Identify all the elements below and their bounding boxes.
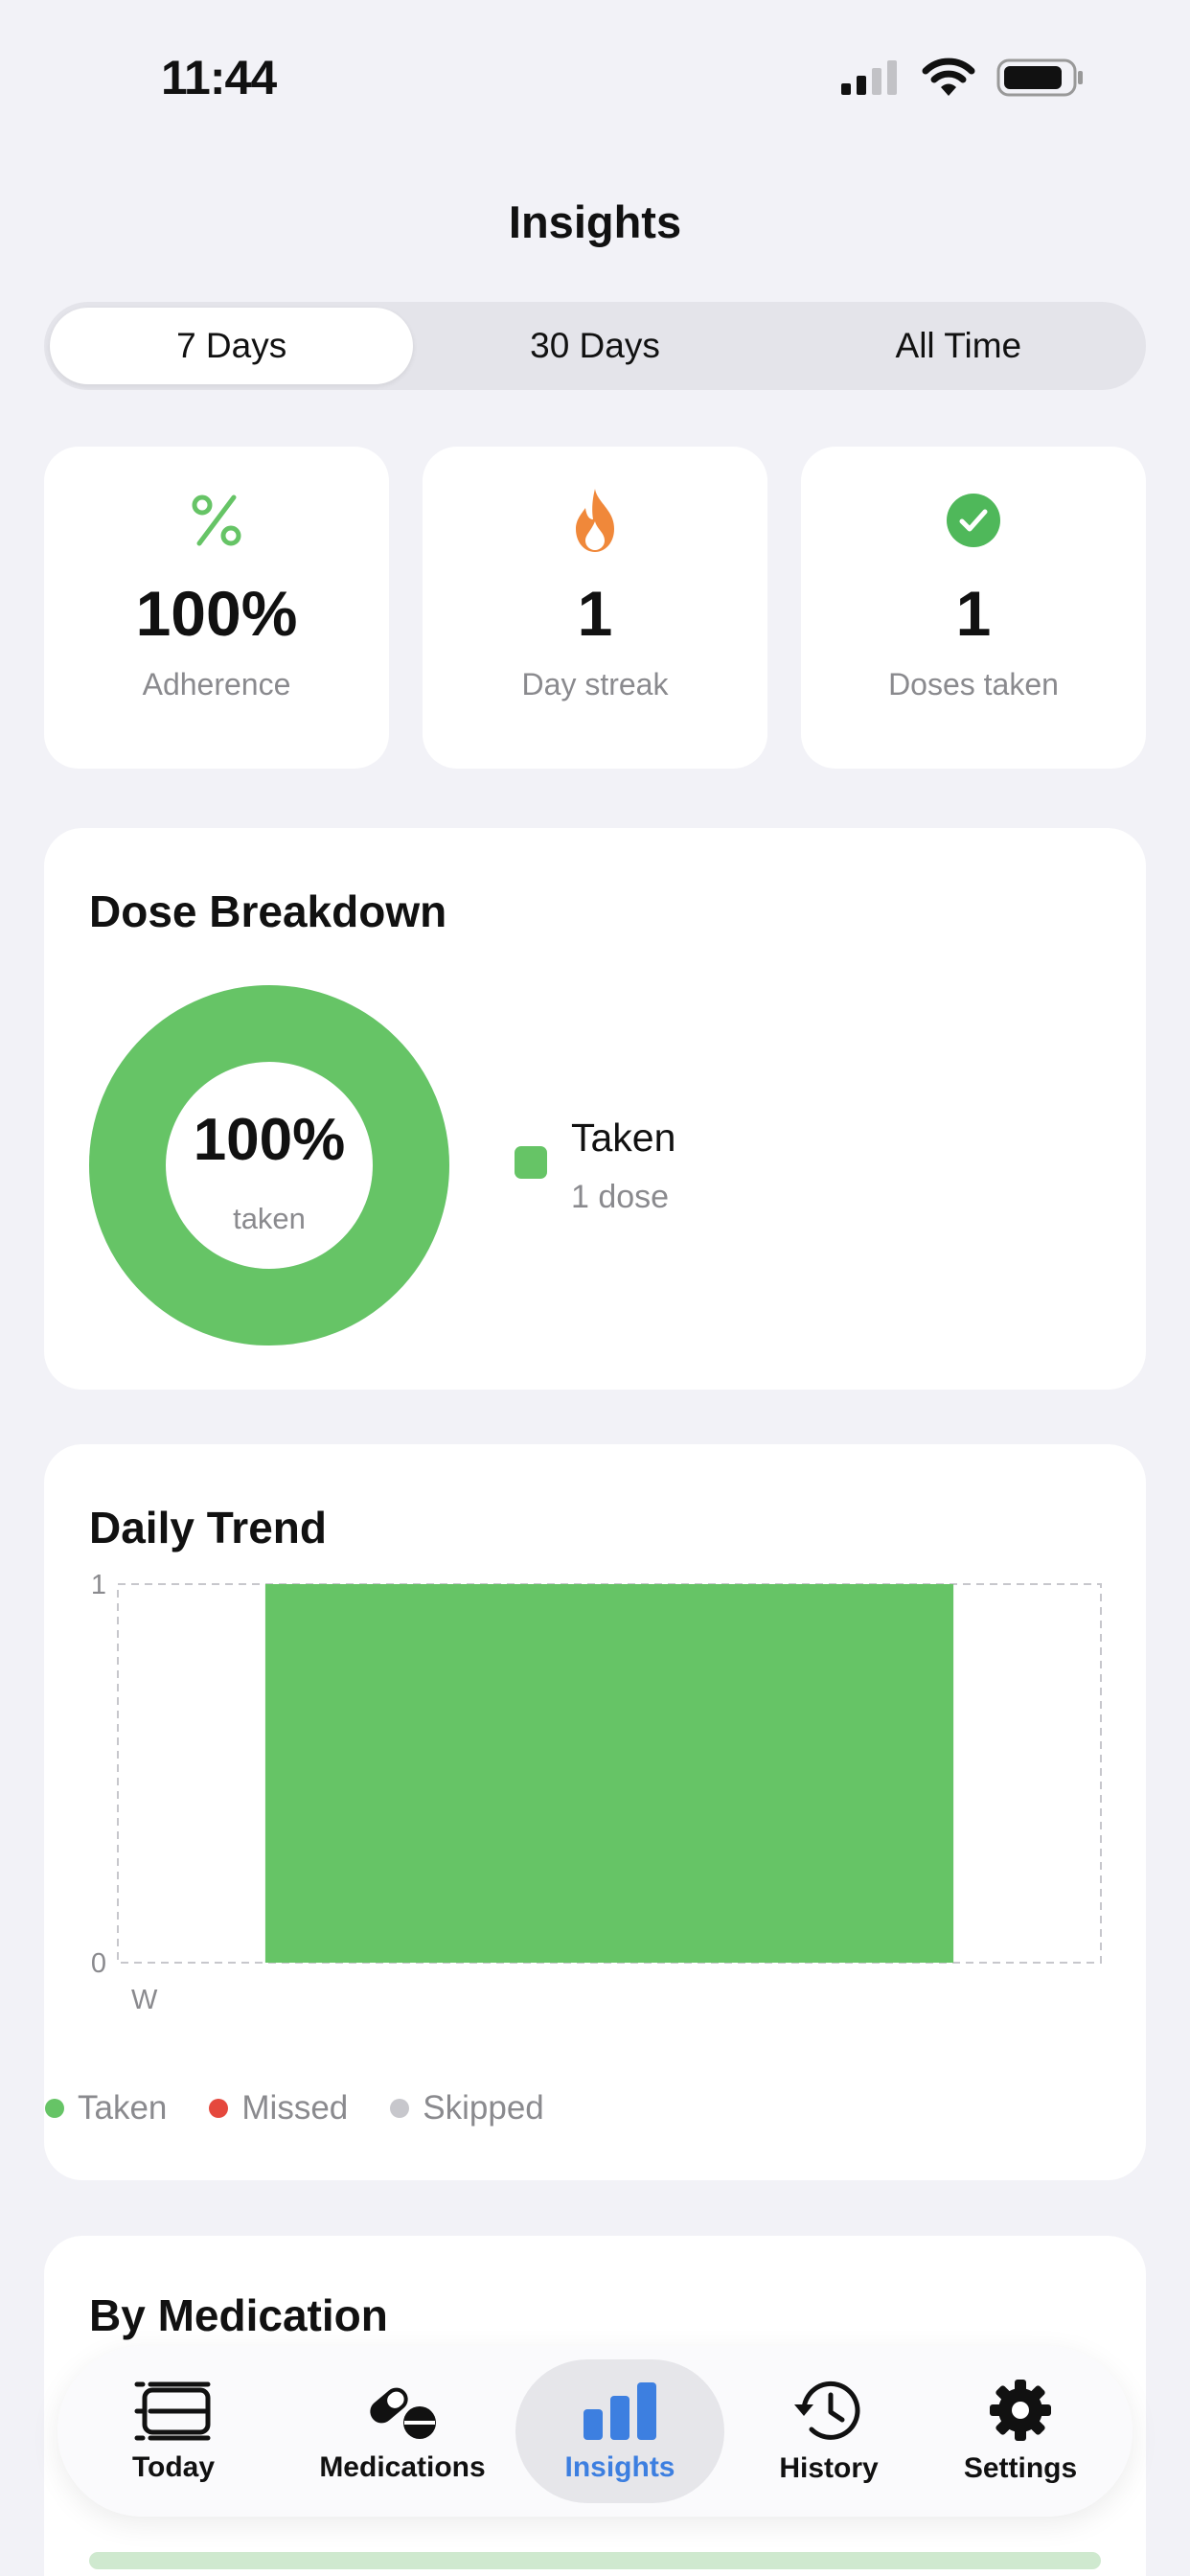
tab-insights-label: Insights (564, 2451, 675, 2483)
tab-bar: Today Medications Insights History Setti… (57, 2346, 1133, 2517)
y-tick-label: 0 (91, 1948, 106, 1979)
bar-taken (264, 1584, 954, 1963)
range-segmented-control: 7 Days 30 Days All Time (44, 302, 1146, 390)
adherence-card: 100% Adherence (44, 447, 389, 769)
by-medication-title: By Medication (89, 2290, 388, 2340)
doses-taken-label: Doses taken (888, 667, 1059, 702)
legend-dot-skipped (390, 2099, 410, 2118)
status-icons (839, 58, 1085, 98)
legend-item-missed: Missed (209, 2089, 348, 2128)
tab-insights[interactable]: Insights (515, 2346, 724, 2517)
dose-breakdown-card: Dose Breakdown 100% taken Taken 1 dose (44, 828, 1146, 1390)
adherence-value: 100% (135, 578, 298, 649)
legend-item-skipped: Skipped (390, 2089, 544, 2128)
wifi-icon (922, 58, 975, 96)
tab-medications-label: Medications (319, 2451, 486, 2483)
daily-trend-chart: 1 0W (91, 1570, 1102, 2010)
percent-icon (188, 485, 245, 556)
x-tick-label: W (131, 1985, 158, 2010)
tab-today-label: Today (131, 2451, 216, 2483)
donut-center-value: 100% (193, 1107, 346, 1173)
checkmark-circle-icon (945, 485, 1002, 556)
daily-trend-card: Daily Trend 1 0W (44, 1444, 1146, 2180)
segment-7-days[interactable]: 7 Days (50, 308, 414, 384)
tab-today[interactable]: Today (115, 2346, 232, 2517)
legend-label-taken: Taken (78, 2089, 168, 2127)
gear-icon (990, 2380, 1051, 2441)
tab-settings-label: Settings (963, 2452, 1078, 2484)
segment-30-days[interactable]: 30 Days (413, 308, 776, 384)
tab-history[interactable]: History (767, 2346, 891, 2517)
tab-medications[interactable]: Medications (307, 2346, 498, 2517)
status-time: 11:44 (161, 51, 277, 104)
flame-icon (568, 485, 622, 556)
legend-item-taken: Taken (45, 2089, 167, 2128)
status-bar: 11:44 (0, 0, 1190, 163)
legend-dot-missed (209, 2099, 229, 2118)
daily-trend-legend: Taken Missed Skipped (45, 2089, 544, 2128)
y-tick-label: 1 (91, 1570, 106, 1600)
pills-icon (370, 2387, 436, 2439)
daily-trend-title: Daily Trend (89, 1503, 327, 1552)
tab-history-label: History (779, 2452, 879, 2484)
page-title: Insights (508, 196, 682, 247)
legend-taken-label: Taken (571, 1116, 676, 1160)
streak-card: 1 Day streak (423, 447, 767, 769)
cellular-signal-icon (841, 60, 897, 95)
streak-label: Day streak (521, 667, 669, 702)
dose-breakdown-title: Dose Breakdown (89, 886, 447, 936)
adherence-label: Adherence (142, 667, 291, 702)
history-clock-icon (794, 2380, 860, 2440)
segment-all-time[interactable]: All Time (777, 308, 1140, 384)
bar-chart-icon (584, 2382, 656, 2440)
donut-center-label: taken (233, 1202, 306, 1235)
legend-taken-detail: 1 dose (571, 1179, 670, 1215)
today-list-icon (134, 2381, 211, 2441)
streak-value: 1 (577, 578, 613, 649)
legend-swatch-taken (515, 1146, 547, 1179)
doses-taken-value: 1 (955, 578, 992, 649)
legend-dot-taken (45, 2099, 64, 2118)
doses-taken-card: 1 Doses taken (801, 447, 1146, 769)
battery-icon (996, 58, 1083, 97)
tab-settings[interactable]: Settings (953, 2346, 1087, 2517)
legend-label-skipped: Skipped (423, 2089, 544, 2127)
legend-label-missed: Missed (241, 2089, 349, 2127)
medication-progress-bar (89, 2552, 1101, 2569)
